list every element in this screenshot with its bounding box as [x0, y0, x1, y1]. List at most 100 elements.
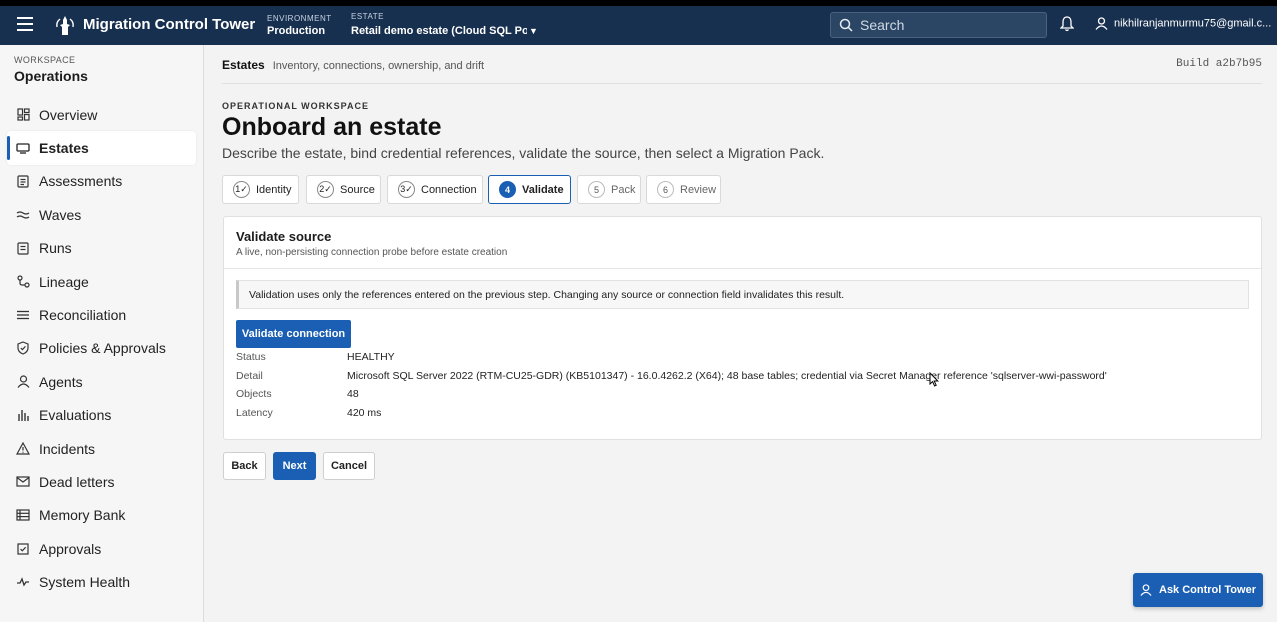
- sidebar-item-reconciliation[interactable]: Reconciliation: [7, 298, 196, 331]
- sidebar-item-label: Assessments: [39, 173, 123, 190]
- validation-notice: Validation uses only the references ente…: [236, 280, 1249, 309]
- step-label: Identity: [256, 183, 292, 196]
- step-label: Review: [680, 183, 717, 196]
- bar-chart-icon: [16, 408, 30, 422]
- validate-source-card: Validate source A live, non-persisting c…: [223, 216, 1262, 440]
- sidebar-item-agents[interactable]: Agents: [7, 365, 196, 398]
- step-identity[interactable]: 1✓ Identity: [222, 175, 299, 204]
- sidebar-item-dead-letters[interactable]: Dead letters: [7, 465, 196, 498]
- sidebar-item-label: Incidents: [39, 440, 96, 457]
- workspace-label: WORKSPACE: [14, 55, 76, 65]
- sidebar-item-runs[interactable]: Runs: [7, 232, 196, 265]
- notifications-bell-icon[interactable]: [1060, 16, 1074, 32]
- user-menu[interactable]: nikhilranjanmurmu75@gmail.c...: [1095, 17, 1277, 30]
- step-pack[interactable]: 5 Pack: [577, 175, 641, 204]
- result-key: Detail: [236, 369, 263, 382]
- waves-icon: [16, 208, 30, 222]
- sidebar-item-label: Approvals: [39, 540, 102, 557]
- pulse-icon: [16, 575, 30, 589]
- app-title: Migration Control Tower: [83, 16, 256, 33]
- step-number: 4: [499, 181, 516, 198]
- chevron-down-icon: ▼: [529, 26, 538, 36]
- sidebar-item-memory-bank[interactable]: Memory Bank: [7, 499, 196, 532]
- sidebar-nav: Overview Estates Assessments Waves Runs …: [7, 98, 196, 599]
- result-value: 420 ms: [347, 406, 382, 419]
- sidebar-item-label: Waves: [39, 206, 82, 223]
- card-title: Validate source: [236, 229, 332, 244]
- clipboard-icon: [16, 174, 30, 188]
- card-divider: [224, 268, 1261, 269]
- workspace-name: Operations: [14, 68, 88, 84]
- search-input[interactable]: [860, 16, 1040, 34]
- sidebar-item-label: System Health: [39, 574, 131, 591]
- ask-control-tower-label: Ask Control Tower: [1159, 584, 1256, 596]
- database-icon: [16, 141, 30, 155]
- build-id: Build a2b7b95: [1176, 58, 1262, 70]
- environment-label: ENVIRONMENT: [267, 14, 332, 23]
- next-button[interactable]: Next: [273, 452, 316, 480]
- sidebar-item-label: Memory Bank: [39, 507, 126, 524]
- step-validate[interactable]: 4 Validate: [488, 175, 571, 204]
- step-source[interactable]: 2✓ Source: [306, 175, 381, 204]
- result-key: Objects: [236, 388, 272, 400]
- sidebar-item-system-health[interactable]: System Health: [7, 565, 196, 598]
- shield-icon: [16, 341, 30, 356]
- cancel-button[interactable]: Cancel: [323, 452, 375, 480]
- step-number: 5: [588, 181, 605, 198]
- step-review[interactable]: 6 Review: [646, 175, 721, 204]
- sliders-icon: [16, 308, 30, 322]
- tower-logo-icon: [56, 16, 74, 35]
- environment-indicator: ENVIRONMENT Production: [267, 14, 332, 38]
- sidebar-item-label: Estates: [39, 140, 89, 157]
- estate-selector[interactable]: ESTATE Retail demo estate (Cloud SQL Pos…: [351, 12, 538, 38]
- main-content: Estates Inventory, connections, ownership…: [204, 45, 1277, 622]
- step-label: Connection: [421, 183, 477, 196]
- sidebar-item-label: Reconciliation: [39, 307, 127, 324]
- page-title: Onboard an estate: [222, 113, 442, 141]
- search-icon: [839, 18, 853, 32]
- sidebar-item-incidents[interactable]: Incidents: [7, 432, 196, 465]
- breadcrumb: Estates Inventory, connections, ownership…: [222, 58, 484, 72]
- assistant-icon: [1140, 584, 1152, 596]
- search-box[interactable]: [830, 12, 1047, 38]
- header-divider: [222, 83, 1262, 84]
- result-value: 48: [347, 388, 359, 400]
- sidebar-item-evaluations[interactable]: Evaluations: [7, 399, 196, 432]
- sidebar-item-assessments[interactable]: Assessments: [7, 165, 196, 198]
- result-key: Status: [236, 351, 266, 363]
- step-number: 2✓: [317, 181, 334, 198]
- sidebar-item-waves[interactable]: Waves: [7, 198, 196, 231]
- sidebar-item-approvals[interactable]: Approvals: [7, 532, 196, 565]
- sidebar-item-overview[interactable]: Overview: [7, 98, 196, 131]
- mail-icon: [16, 475, 30, 489]
- mouse-cursor-icon: [929, 372, 939, 387]
- person-icon: [16, 375, 30, 389]
- page-eyebrow: OPERATIONAL WORKSPACE: [222, 101, 370, 111]
- grid-icon: [16, 108, 30, 122]
- sidebar-item-label: Runs: [39, 240, 72, 257]
- ask-control-tower-button[interactable]: Ask Control Tower: [1133, 573, 1263, 607]
- top-navigation-bar: Migration Control Tower ENVIRONMENT Prod…: [0, 6, 1277, 45]
- lineage-icon: [16, 275, 30, 289]
- sidebar-item-label: Policies & Approvals: [39, 340, 166, 357]
- step-connection[interactable]: 3✓ Connection: [387, 175, 483, 204]
- sidebar-item-estates[interactable]: Estates: [7, 131, 196, 165]
- result-value: Microsoft SQL Server 2022 (RTM-CU25-GDR)…: [347, 369, 1107, 382]
- result-value: HEALTHY: [347, 351, 395, 363]
- step-number: 6: [657, 181, 674, 198]
- user-icon: [1095, 17, 1108, 30]
- estate-label: ESTATE: [351, 12, 384, 21]
- step-label: Pack: [611, 183, 636, 196]
- estate-value: Retail demo estate (Cloud SQL Postgres): [351, 25, 527, 37]
- back-button[interactable]: Back: [223, 452, 266, 480]
- sidebar-item-policies-approvals[interactable]: Policies & Approvals: [7, 332, 196, 365]
- user-email: nikhilranjanmurmu75@gmail.c...: [1114, 17, 1272, 30]
- hamburger-menu-icon[interactable]: [17, 17, 33, 33]
- sidebar-item-label: Evaluations: [39, 407, 112, 424]
- sidebar-item-lineage[interactable]: Lineage: [7, 265, 196, 298]
- environment-value: Production: [267, 25, 326, 37]
- validate-connection-button[interactable]: Validate connection: [236, 320, 351, 348]
- step-number: 3✓: [398, 181, 415, 198]
- sidebar-item-label: Agents: [39, 373, 83, 390]
- sidebar: WORKSPACE Operations Overview Estates As…: [0, 45, 204, 622]
